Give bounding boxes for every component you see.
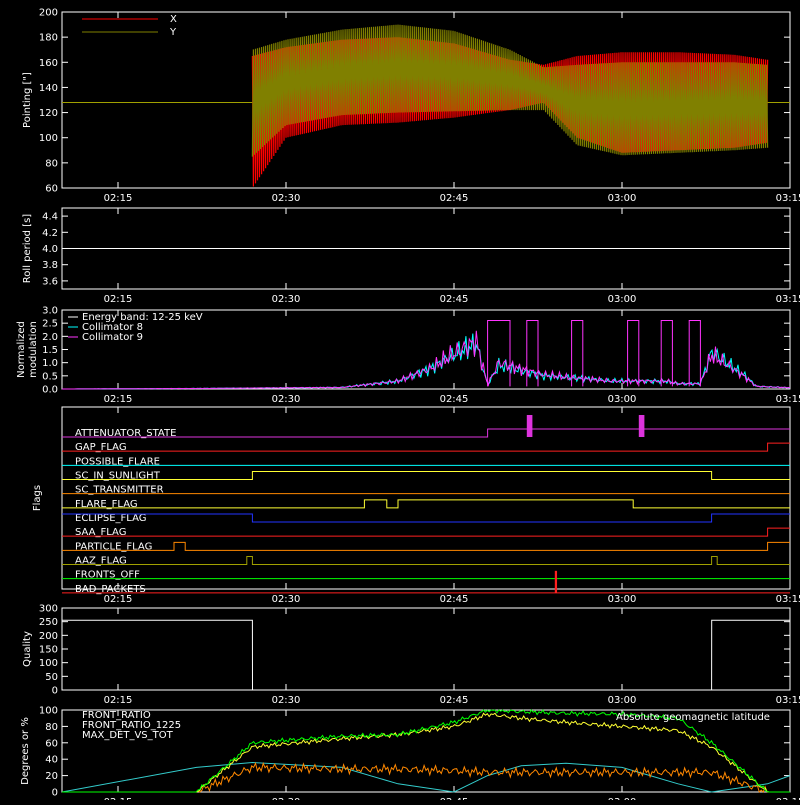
pointing-y-tick-label: 180 <box>39 33 58 44</box>
modulation-spike <box>627 320 640 387</box>
modulation-y-tick-label: 1.0 <box>42 358 58 369</box>
pointing-y-label: Pointing ["] <box>22 72 33 128</box>
roll-x-tick-label: 02:45 <box>440 294 469 305</box>
flag-series <box>62 527 790 537</box>
pointing-y-tick-label: 120 <box>39 108 58 119</box>
quality-y-tick-label: 100 <box>39 658 58 669</box>
quality-x-tick-label: 02:15 <box>104 695 133 706</box>
roll-y-tick-label: 3.6 <box>42 276 58 287</box>
flag-series <box>62 541 790 551</box>
geo-y-tick-label: 100 <box>39 706 58 717</box>
quality-y-tick-label: 150 <box>39 645 58 656</box>
quality-y-tick-label: 250 <box>39 617 58 628</box>
geo-y-tick-label: 60 <box>45 738 58 749</box>
pointing-y-tick-label: 100 <box>39 133 58 144</box>
flag-series <box>62 556 790 565</box>
roll-x-tick-label: 03:00 <box>608 294 637 305</box>
modulation-x-tick-label: 02:30 <box>272 394 301 405</box>
modulation-y-tick-label: 2.5 <box>42 319 58 330</box>
pointing-legend-label: X <box>170 14 177 25</box>
modulation-spike <box>660 320 673 387</box>
flag-series <box>62 499 790 509</box>
modulation-x-tick-label: 03:00 <box>608 394 637 405</box>
roll-y-tick-label: 4.2 <box>42 228 58 239</box>
geo-y-tick-label: 0 <box>52 788 58 799</box>
pointing-x-tick-label: 02:30 <box>272 193 301 204</box>
quality-x-tick-label: 03:15 <box>776 695 800 706</box>
pointing-y-tick-label: 140 <box>39 83 58 94</box>
quality-x-tick-label: 02:45 <box>440 695 469 706</box>
geo-y-label: Degrees or % <box>20 717 31 785</box>
geo-y-tick-label: 40 <box>45 755 58 766</box>
modulation-x-tick-label: 02:15 <box>104 394 133 405</box>
modulation-x-tick-label: 03:15 <box>776 394 800 405</box>
roll-x-tick-label: 03:15 <box>776 294 800 305</box>
roll-y-tick-label: 3.8 <box>42 260 58 271</box>
chart-root: 02:1502:3002:4503:0003:1503:3003:4560801… <box>0 0 800 805</box>
modulation-y-tick-label: 3.0 <box>42 306 58 317</box>
flag-series <box>62 471 790 480</box>
flags-x-tick-label: 02:45 <box>440 594 469 605</box>
quality-y-label: Quality <box>22 631 33 667</box>
modulation-y-tick-label: 0.0 <box>42 385 58 396</box>
modulation-spike <box>688 320 701 387</box>
modulation-y-label: modulation <box>28 321 39 378</box>
pointing-y-tick-label: 60 <box>45 184 58 195</box>
modulation-y-tick-label: 0.5 <box>42 371 58 382</box>
quality-x-tick-label: 02:30 <box>272 695 301 706</box>
flag-spike <box>554 570 558 593</box>
roll-x-tick-label: 02:15 <box>104 294 133 305</box>
pointing-x-tick-label: 02:15 <box>104 193 133 204</box>
modulation-y-tick-label: 1.5 <box>42 345 58 356</box>
quality-y-tick-label: 50 <box>45 672 58 683</box>
quality-y-tick-label: 300 <box>39 604 58 615</box>
quality-series <box>62 619 790 691</box>
geo-y-tick-label: 80 <box>45 722 58 733</box>
quality-y-tick-label: 200 <box>39 631 58 642</box>
modulation-y-label: Normalized <box>16 321 27 378</box>
geo-y-tick-label: 20 <box>45 771 58 782</box>
pointing-legend-label: Y <box>169 27 177 38</box>
roll-x-tick-label: 02:30 <box>272 294 301 305</box>
roll-y-label: Roll period [s] <box>22 214 33 283</box>
modulation-collimator-9-series <box>62 330 791 390</box>
roll-y-tick-label: 4.0 <box>42 244 58 255</box>
pointing-y-tick-label: 200 <box>39 8 58 19</box>
pointing-y-tick-label: 160 <box>39 58 58 69</box>
flags-x-tick-label: 03:15 <box>776 594 800 605</box>
pointing-y-tick-label: 80 <box>45 158 58 169</box>
flags-y-label: Flags <box>32 485 43 511</box>
geo-latitude-series <box>61 761 791 793</box>
flags-x-tick-label: 02:15 <box>104 594 133 605</box>
flag-spike <box>638 415 645 437</box>
flags-x-tick-label: 03:00 <box>608 594 637 605</box>
quality-y-tick-label: 0 <box>52 686 58 697</box>
modulation-x-tick-label: 02:45 <box>440 394 469 405</box>
geo-legend-label: MAX_DET_VS_TOT <box>82 730 174 741</box>
modulation-collimator-8-series <box>62 333 790 390</box>
modulation-legend-label: Collimator 9 <box>82 332 143 343</box>
modulation-y-tick-label: 2.0 <box>42 332 58 343</box>
flags-x-tick-label: 02:30 <box>272 594 301 605</box>
roll-y-tick-label: 4.4 <box>42 212 58 223</box>
flag-series <box>62 513 790 523</box>
pointing-x-tick-label: 02:45 <box>440 193 469 204</box>
quality-x-tick-label: 03:00 <box>608 695 637 706</box>
flag-series <box>62 442 790 452</box>
pointing-x-tick-label: 03:00 <box>608 193 637 204</box>
geo-right-label: Absolute geomagnetic latitude <box>616 712 770 723</box>
flag-spike <box>526 415 533 437</box>
pointing-x-tick-label: 03:15 <box>776 193 800 204</box>
flag-label: ECLIPSE_FLAG <box>75 513 146 524</box>
chart-svg: 02:1502:3002:4503:0003:1503:3003:4560801… <box>16 8 800 805</box>
